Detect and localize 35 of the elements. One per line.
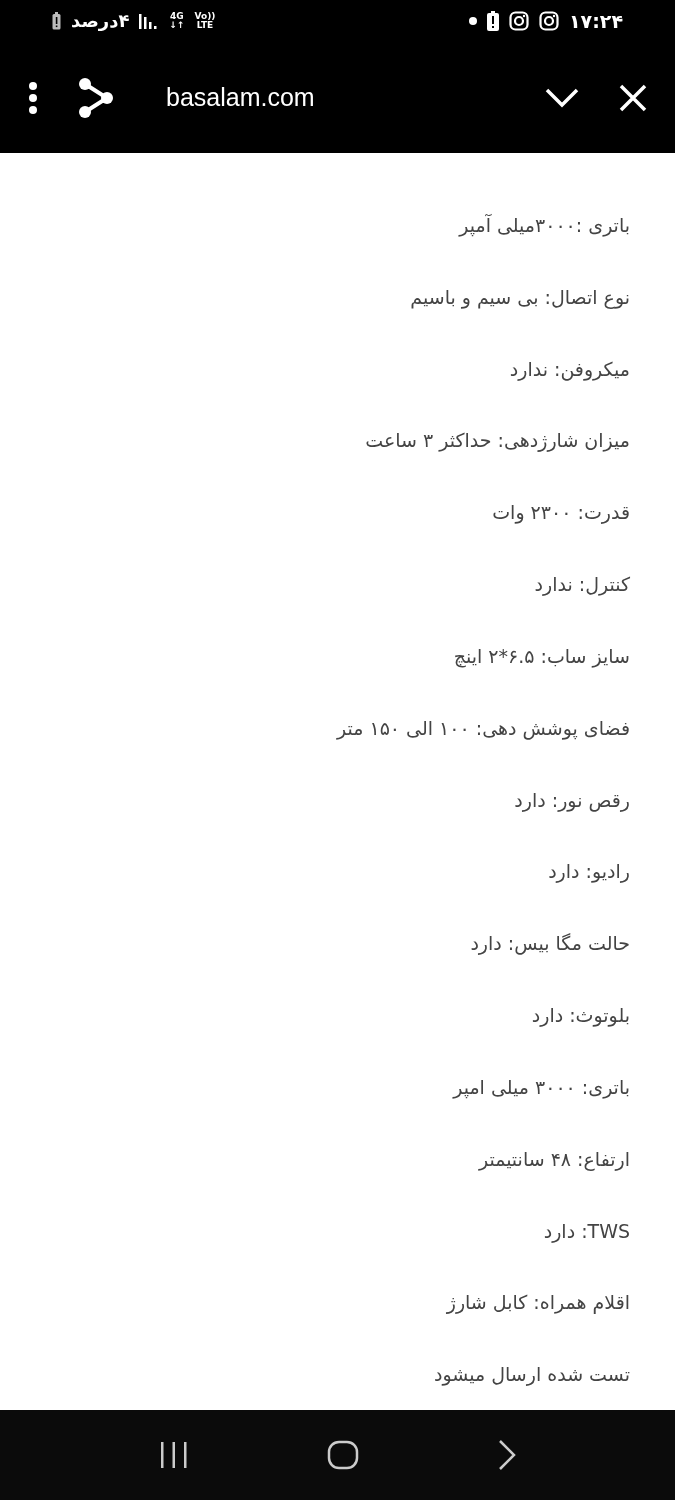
dropdown-button[interactable] [545,87,579,108]
back-button[interactable] [497,1439,516,1471]
spec-line: ارتفاع: ۴۸ سانتیمتر [478,1146,630,1173]
spec-line: میزان شارژدهی: حداکثر ۳ ساعت [365,428,630,454]
spec-line: حالت مگا بیس: دارد [470,931,630,957]
spec-line: فضای پوشش دهی: ۱۰۰ الی ۱۵۰ متر [337,715,630,742]
page-url: basalam.com [166,83,316,112]
spec-line: رادیو: دارد [548,859,630,885]
spec-line: اقلام همراه: کابل شارژ [446,1290,630,1316]
camera-icon [539,11,559,31]
spec-line: رقص نور: دارد [514,787,630,814]
battery-icon [52,12,61,30]
spec-line: باتری: ۳۰۰۰ میلی امپر [453,1074,630,1101]
network-type: 4G ↓↑ [169,12,185,30]
battery-alert-icon [487,11,499,31]
camera-icon [509,11,529,31]
clock: ۱۷:۲۴ [569,11,623,31]
signal-icon [139,13,160,29]
spec-line: قدرت: ۲۳۰۰ وات [492,500,630,526]
spec-line: نوع اتصال: بی سیم و باسیم [410,284,630,311]
spec-line: TWS: دارد [543,1218,630,1245]
recent-apps-button[interactable] [159,1441,190,1469]
spec-line: سایز ساب: ۶.۵*۲ اینچ [453,643,630,670]
spec-line: بلوتوث: دارد [531,1003,630,1029]
home-button[interactable] [327,1440,360,1470]
dot-icon [469,17,477,25]
spec-line: میکروفن: ندارد [509,356,630,383]
spec-line: کنترل: ندارد [534,572,630,598]
battery-percent: ۴درصد [71,12,130,30]
spec-line: تست شده ارسال میشود [434,1362,630,1388]
volte-indicator: Vo)) LTE [194,12,216,30]
share-button[interactable] [78,77,114,118]
spec-line: باتری :۳۰۰۰میلی آمپر [459,212,630,239]
menu-button[interactable] [28,81,38,114]
close-button[interactable] [619,83,647,112]
